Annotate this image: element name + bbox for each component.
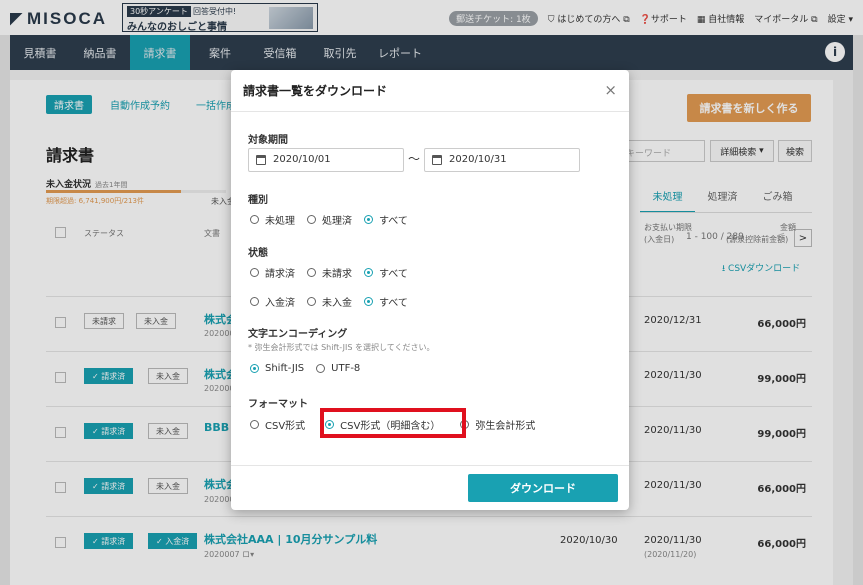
pay-option-unpaid[interactable]: 未入金	[307, 294, 352, 309]
state-option-label: 未請求	[322, 269, 352, 280]
state-label: 状態	[248, 248, 268, 259]
kind-option-label: すべて	[379, 216, 408, 227]
radio-icon	[250, 215, 259, 224]
radio-checked-icon	[364, 268, 373, 277]
date-from-input[interactable]: 2020/10/01	[248, 148, 404, 172]
encoding-option-utf8[interactable]: UTF-8	[316, 363, 360, 374]
modal-title: 請求書一覧をダウンロード	[243, 84, 388, 98]
state-option-unbilled[interactable]: 未請求	[307, 265, 352, 280]
format-option-yayoi[interactable]: 弥生会計形式	[460, 417, 535, 432]
date-to-input[interactable]: 2020/10/31	[424, 148, 580, 172]
encoding-label: 文字エンコーディング	[248, 329, 348, 340]
kind-option-label: 未処理	[265, 216, 295, 227]
format-label: フォーマット	[248, 399, 308, 410]
kind-options: 未処理 処理済 すべて	[250, 212, 408, 227]
state-option-all[interactable]: すべて	[364, 265, 408, 280]
radio-checked-icon	[364, 215, 373, 224]
encoding-option-sjis[interactable]: Shift-JIS	[250, 363, 304, 374]
modal-footer-divider	[231, 465, 629, 466]
state-options: 請求済 未請求 すべて	[250, 265, 408, 280]
radio-icon	[307, 268, 316, 277]
format-option-label: 弥生会計形式	[475, 421, 536, 432]
pay-option-paid[interactable]: 入金済	[250, 294, 295, 309]
close-icon[interactable]: ×	[604, 81, 617, 99]
calendar-icon	[256, 155, 266, 165]
download-modal: 請求書一覧をダウンロード × 対象期間 2020/10/01 〜 2020/10…	[231, 70, 629, 510]
radio-checked-icon	[250, 364, 259, 373]
encoding-options: Shift-JIS UTF-8	[250, 363, 360, 374]
pay-option-all[interactable]: すべて	[364, 294, 408, 309]
download-button[interactable]: ダウンロード	[468, 474, 618, 502]
radio-icon	[316, 364, 326, 373]
encoding-option-label: Shift-JIS	[265, 363, 305, 374]
pay-option-label: 入金済	[265, 298, 295, 309]
radio-icon	[250, 268, 259, 277]
pay-option-label: 未入金	[322, 298, 352, 309]
format-option-label: CSV形式	[265, 421, 306, 432]
radio-icon	[250, 297, 259, 306]
period-label: 対象期間	[248, 135, 288, 146]
format-option-csv[interactable]: CSV形式	[250, 417, 305, 432]
encoding-option-label: UTF-8	[331, 363, 361, 374]
kind-label: 種別	[248, 195, 268, 206]
date-range-separator: 〜	[408, 152, 421, 166]
encoding-note: * 弥生会計形式では Shift-JIS を選択してください。	[248, 343, 435, 352]
state-option-billed[interactable]: 請求済	[250, 265, 295, 280]
kind-option-unprocessed[interactable]: 未処理	[250, 212, 295, 227]
kind-option-label: 処理済	[322, 216, 352, 227]
date-to-value: 2020/10/31	[449, 154, 507, 165]
highlight-box	[320, 408, 466, 438]
kind-option-processed[interactable]: 処理済	[307, 212, 352, 227]
payment-options: 入金済 未入金 すべて	[250, 294, 408, 309]
radio-checked-icon	[364, 297, 373, 306]
date-from-value: 2020/10/01	[273, 154, 331, 165]
radio-icon	[250, 420, 259, 429]
state-option-label: 請求済	[265, 269, 295, 280]
radio-icon	[307, 297, 316, 306]
modal-divider	[231, 111, 629, 112]
state-option-label: すべて	[379, 269, 408, 280]
kind-option-all[interactable]: すべて	[364, 212, 408, 227]
pay-option-label: すべて	[379, 298, 408, 309]
radio-icon	[307, 215, 316, 224]
calendar-icon	[432, 155, 442, 165]
